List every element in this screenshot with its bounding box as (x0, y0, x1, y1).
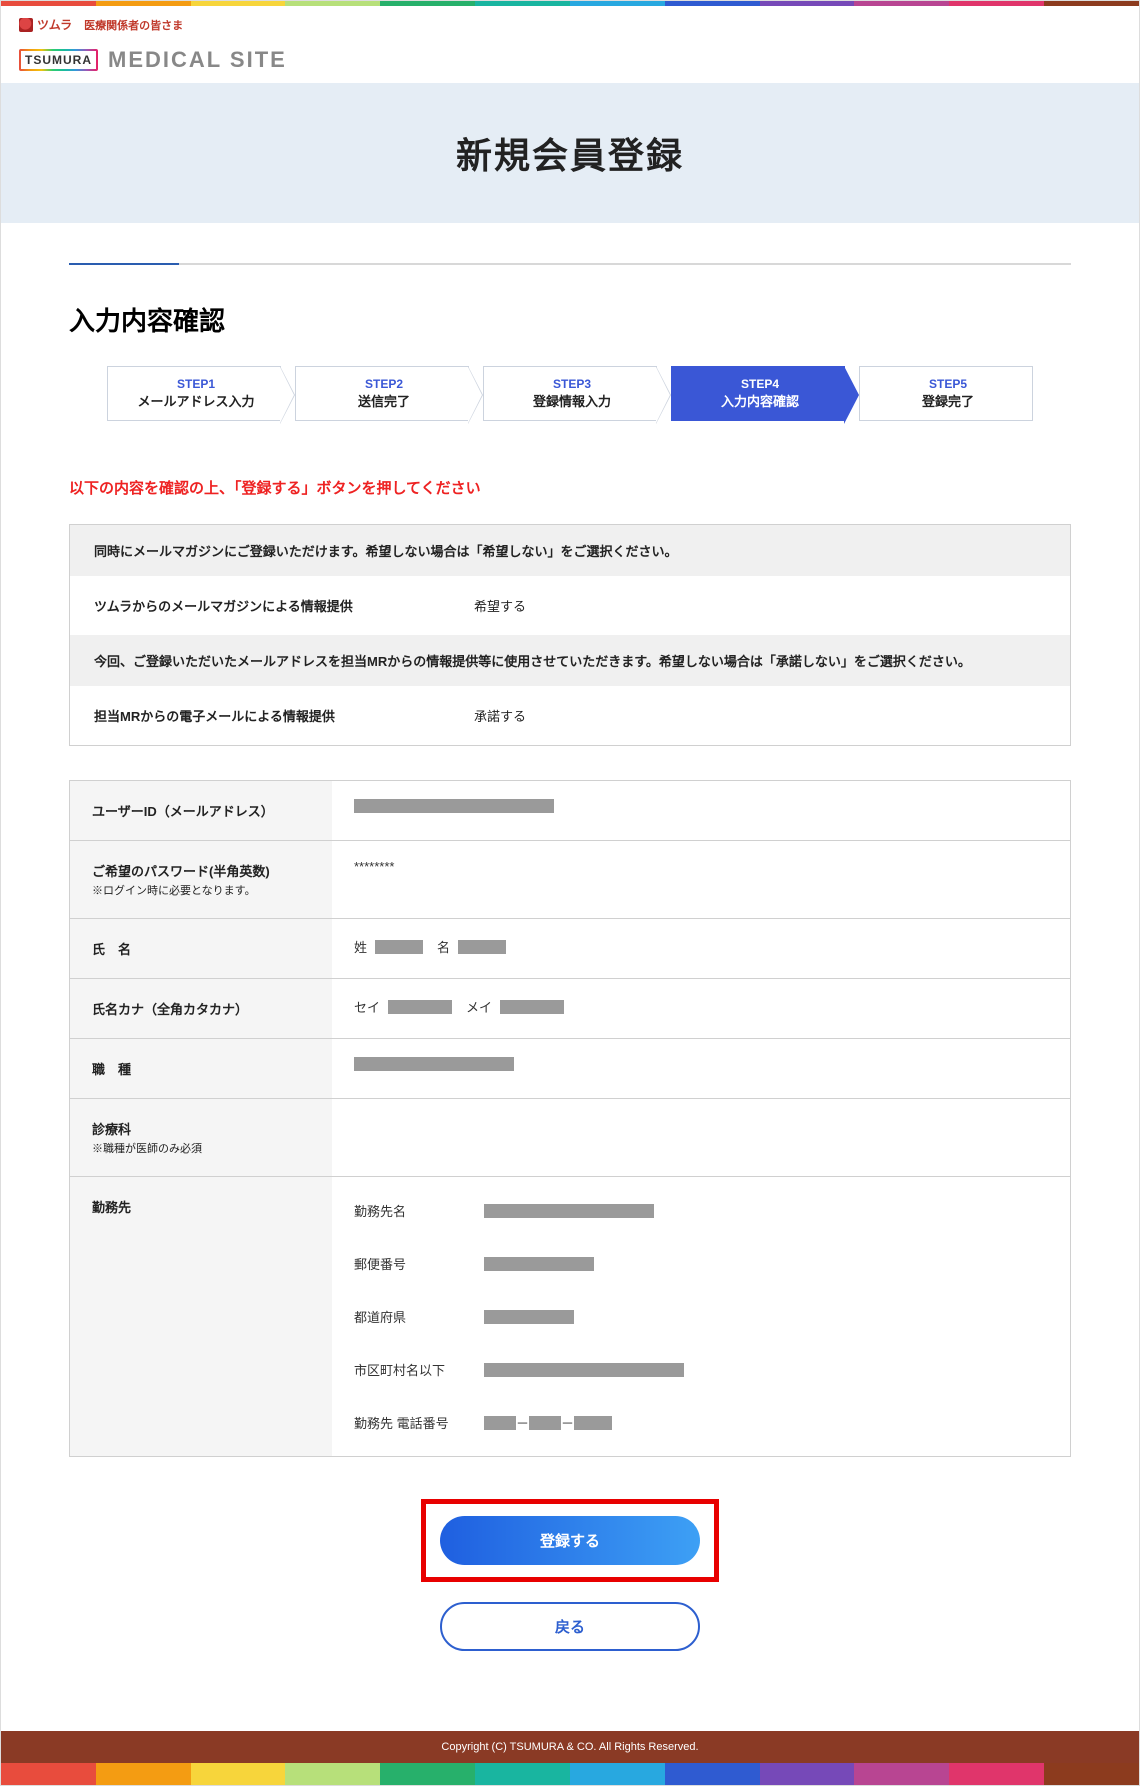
label-work-name: 勤務先名 (354, 1201, 484, 1220)
label-work-addr: 市区町村名以下 (354, 1360, 484, 1379)
site-name: MEDiCAL SiTE (108, 47, 287, 73)
masked-kana-mei (500, 1000, 564, 1014)
mailmag-box: 同時にメールマガジンにご登録いただけます。希望しない場合は「希望しない」をご選択… (69, 524, 1071, 746)
label-user-id: ユーザーID（メールアドレス） (70, 781, 332, 840)
mailmag-header: 同時にメールマガジンにご登録いただけます。希望しない場合は「希望しない」をご選択… (70, 525, 1070, 576)
tsumura-badge: TSUMURA (19, 49, 98, 71)
masked-tel-2 (529, 1416, 561, 1430)
label-kana-sei: セイ (354, 997, 380, 1016)
header-row1: ツムラ 医療関係者の皆さま (1, 6, 1139, 47)
mr-mail-label: 担当MRからの電子メールによる情報提供 (94, 706, 474, 725)
page-title: 新規会員登録 (1, 127, 1139, 179)
label-kana-mei: メイ (466, 997, 492, 1016)
label-department: 診療科 (92, 1122, 131, 1137)
row-password: ご希望のパスワード(半角英数) ※ログイン時に必要となります。 ******** (70, 841, 1070, 919)
step-number: STEP5 (872, 377, 1024, 391)
step-progress: STEP1メールアドレス入力 STEP2送信完了 STEP3登録情報入力 STEP4入… (69, 366, 1071, 421)
step-3: STEP3登録情報入力 (483, 366, 657, 421)
row-department: 診療科 ※職種が医師のみ必須 (70, 1099, 1070, 1177)
label-work: 勤務先 (70, 1177, 332, 1456)
masked-work-name (484, 1204, 654, 1218)
bottom-color-stripe (1, 1763, 1139, 1785)
masked-mei (458, 940, 506, 954)
tsumura-logo-icon (19, 18, 33, 32)
masked-work-zip (484, 1257, 594, 1271)
accent-line (69, 263, 1071, 265)
label-password: ご希望のパスワード(半角英数) (92, 864, 270, 879)
tsumura-logo: ツムラ (19, 16, 72, 33)
step-number: STEP3 (496, 377, 648, 391)
sub-heading: 入力内容確認 (69, 301, 1071, 338)
masked-tel-3 (574, 1416, 612, 1430)
mr-mail-header: 今回、ご登録いただいたメールアドレスを担当MRからの情報提供等に使用させていただ… (70, 635, 1070, 686)
label-kana: 氏名カナ（全角カタカナ） (70, 979, 332, 1038)
label-work-tel: 勤務先 電話番号 (354, 1413, 484, 1432)
submit-button[interactable]: 登録する (440, 1516, 700, 1565)
row-user-id: ユーザーID（メールアドレス） (70, 781, 1070, 841)
step-label: 送信完了 (308, 391, 460, 410)
confirm-notice: 以下の内容を確認の上、「登録する」ボタンを押してください (69, 477, 1071, 498)
label-work-zip: 郵便番号 (354, 1254, 484, 1273)
row-name: 氏 名 姓 名 (70, 919, 1070, 979)
step-label: 登録情報入力 (496, 391, 648, 410)
masked-work-pref (484, 1310, 574, 1324)
label-mei: 名 (437, 937, 450, 956)
row-work: 勤務先 勤務先名 郵便番号 都道府県 (70, 1177, 1070, 1456)
masked-user-id (354, 799, 554, 813)
value-department (332, 1099, 1070, 1176)
label-occupation: 職 種 (70, 1039, 332, 1098)
top-color-stripe (1, 1, 1139, 6)
step-label: 登録完了 (872, 391, 1024, 410)
footer-copyright: Copyright (C) TSUMURA & CO. All Rights R… (1, 1731, 1139, 1763)
masked-work-addr (484, 1363, 684, 1377)
back-button[interactable]: 戻る (440, 1602, 700, 1651)
step-number: STEP4 (684, 377, 836, 391)
step-4: STEP4入力内容確認 (671, 366, 845, 421)
mailmag-value: 希望する (474, 596, 526, 615)
submit-highlight: 登録する (421, 1499, 719, 1582)
masked-sei (375, 940, 423, 954)
label-sei: 姓 (354, 937, 367, 956)
note-department: ※職種が医師のみ必須 (92, 1140, 310, 1156)
masked-kana-sei (388, 1000, 452, 1014)
masked-occupation (354, 1057, 514, 1071)
header-row2: TSUMURA MEDiCAL SiTE (1, 47, 1139, 83)
label-name: 氏 名 (70, 919, 332, 978)
step-1: STEP1メールアドレス入力 (107, 366, 281, 421)
value-password: ******** (332, 841, 1070, 918)
tsumura-logo-text: ツムラ (37, 16, 72, 33)
mailmag-label: ツムラからのメールマガジンによる情報提供 (94, 596, 474, 615)
hero-banner: 新規会員登録 (1, 83, 1139, 223)
step-2: STEP2送信完了 (295, 366, 469, 421)
note-password: ※ログイン時に必要となります。 (92, 882, 310, 898)
step-number: STEP2 (308, 377, 460, 391)
masked-tel-1 (484, 1416, 516, 1430)
value-user-id (332, 781, 1070, 840)
label-work-pref: 都道府県 (354, 1307, 484, 1326)
step-label: メールアドレス入力 (120, 391, 272, 410)
step-number: STEP1 (120, 377, 272, 391)
row-occupation: 職 種 (70, 1039, 1070, 1099)
step-label: 入力内容確認 (684, 391, 836, 410)
confirmation-table: ユーザーID（メールアドレス） ご希望のパスワード(半角英数) ※ログイン時に必… (69, 780, 1071, 1457)
mr-mail-value: 承諾する (474, 706, 526, 725)
step-5: STEP5登録完了 (859, 366, 1033, 421)
header-subtitle: 医療関係者の皆さま (84, 17, 183, 33)
row-kana: 氏名カナ（全角カタカナ） セイ メイ (70, 979, 1070, 1039)
